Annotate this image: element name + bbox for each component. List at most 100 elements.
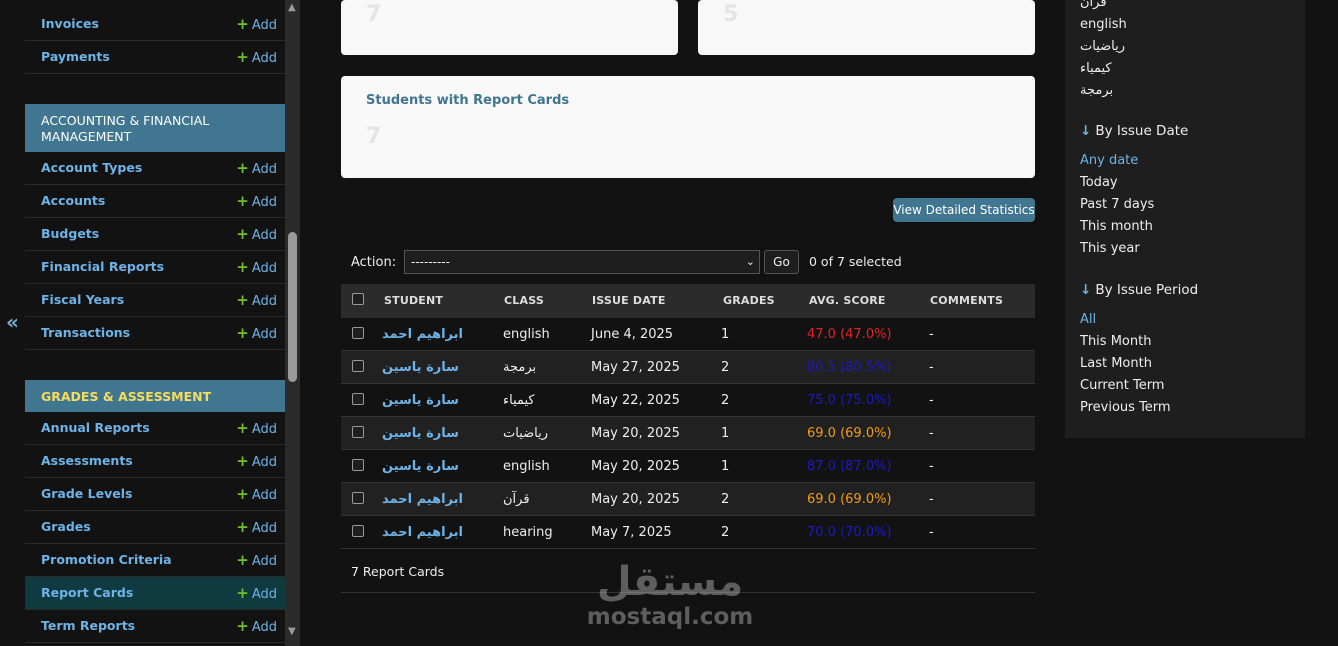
add-financial-reports-button[interactable]: + Add [236, 258, 277, 276]
filter-option-today[interactable]: Today [1080, 175, 1118, 190]
column-header-issue-date[interactable]: ISSUE DATE [592, 294, 666, 307]
collapse-sidebar-icon[interactable]: « [6, 310, 19, 334]
class-cell: كيمياء [503, 393, 535, 408]
go-button[interactable]: Go [764, 250, 799, 274]
scrollbar-thumb[interactable] [288, 232, 297, 382]
add-accounts-button[interactable]: + Add [236, 192, 277, 210]
student-link[interactable]: سارة ياسين [382, 360, 459, 375]
filter-option-any-date[interactable]: Any date [1080, 153, 1138, 168]
sidebar-item-label[interactable]: Financial Reports [41, 259, 164, 274]
filter-class-option[interactable]: قرآن [1080, 0, 1107, 10]
comments-cell: - [929, 393, 934, 408]
filter-class-option[interactable]: english [1080, 17, 1127, 32]
sidebar-item-label[interactable]: Transactions [41, 325, 130, 340]
issue-date-cell: May 27, 2025 [591, 360, 680, 375]
sidebar-item-fiscal-years[interactable]: Fiscal Years + Add [25, 284, 285, 317]
filter-class-option[interactable]: برمجة [1080, 83, 1113, 98]
sidebar-item-label[interactable]: Report Cards [41, 585, 133, 600]
filter-option-this-month[interactable]: This Month [1080, 334, 1151, 349]
sidebar-item-account-types[interactable]: Account Types + Add [25, 152, 285, 185]
action-select[interactable]: --------- ⌄ [404, 250, 760, 274]
student-link[interactable]: ابراهيم احمد [382, 525, 463, 540]
filter-option-this-year[interactable]: This year [1080, 241, 1140, 256]
add-label: Add [251, 455, 277, 470]
student-link[interactable]: ابراهيم احمد [382, 327, 463, 342]
sidebar-item-financial-reports[interactable]: Financial Reports + Add [25, 251, 285, 284]
sidebar-item-label[interactable]: Payments [41, 49, 110, 64]
add-invoices-button[interactable]: + Add [236, 15, 277, 33]
avg-score-cell: 69.0 (69.0%) [807, 492, 892, 507]
sidebar-item-annual-reports[interactable]: Annual Reports + Add [25, 412, 285, 445]
column-header-grades[interactable]: GRADES [723, 294, 775, 307]
sidebar-item-label[interactable]: Budgets [41, 226, 99, 241]
row-checkbox[interactable] [352, 492, 364, 504]
add-term-reports-button[interactable]: + Add [236, 617, 277, 635]
student-link[interactable]: سارة ياسين [382, 426, 459, 441]
sidebar-item-promotion-criteria[interactable]: Promotion Criteria + Add [25, 544, 285, 577]
column-header-comments[interactable]: COMMENTS [930, 294, 1003, 307]
sidebar-item-grades[interactable]: Grades + Add [25, 511, 285, 544]
sidebar-item-transactions[interactable]: Transactions + Add [25, 317, 285, 350]
watermark-logo-text: مستقل [596, 559, 744, 605]
row-checkbox[interactable] [352, 426, 364, 438]
add-account-types-button[interactable]: + Add [236, 159, 277, 177]
column-header-avg-score[interactable]: AVG. SCORE [809, 294, 886, 307]
sidebar-item-label[interactable]: Fiscal Years [41, 292, 124, 307]
scroll-up-icon[interactable]: ▲ [288, 2, 296, 13]
sidebar-item-term-reports[interactable]: Term Reports + Add [25, 610, 285, 643]
sidebar-item-invoices[interactable]: Invoices + Add [25, 8, 285, 41]
sidebar-item-budgets[interactable]: Budgets + Add [25, 218, 285, 251]
filter-option-all[interactable]: All [1080, 312, 1096, 327]
filter-option-this-month[interactable]: This month [1080, 219, 1153, 234]
sidebar-item-grade-levels[interactable]: Grade Levels + Add [25, 478, 285, 511]
filter-option-past-7-days[interactable]: Past 7 days [1080, 197, 1154, 212]
add-payments-button[interactable]: + Add [236, 48, 277, 66]
filter-class-option[interactable]: كيمياء [1080, 61, 1112, 76]
add-annual-reports-button[interactable]: + Add [236, 419, 277, 437]
student-link[interactable]: ابراهيم احمد [382, 492, 463, 507]
add-report-cards-button[interactable]: + Add [236, 584, 277, 602]
add-fiscal-years-button[interactable]: + Add [236, 291, 277, 309]
scroll-down-icon[interactable]: ▼ [288, 626, 296, 637]
column-header-student[interactable]: STUDENT [384, 294, 443, 307]
add-grade-levels-button[interactable]: + Add [236, 485, 277, 503]
select-all-checkbox[interactable] [352, 293, 364, 305]
sidebar-item-label[interactable]: Account Types [41, 160, 142, 175]
sidebar-item-label[interactable]: Grade Levels [41, 486, 132, 501]
sidebar-item-assessments[interactable]: Assessments + Add [25, 445, 285, 478]
column-header-class[interactable]: CLASS [504, 294, 544, 307]
sidebar-collapse-strip[interactable]: « [0, 0, 25, 646]
add-grades-button[interactable]: + Add [236, 518, 277, 536]
filter-option-current-term[interactable]: Current Term [1080, 378, 1164, 393]
sidebar-item-report-cards[interactable]: Report Cards + Add [25, 577, 285, 610]
sidebar-item-label[interactable]: Promotion Criteria [41, 552, 172, 567]
class-cell: رياضيات [503, 426, 549, 441]
filter-option-last-month[interactable]: Last Month [1080, 356, 1152, 371]
row-checkbox[interactable] [352, 459, 364, 471]
row-checkbox[interactable] [352, 327, 364, 339]
sidebar-item-label[interactable]: Assessments [41, 453, 133, 468]
add-promotion-criteria-button[interactable]: + Add [236, 551, 277, 569]
issue-date-cell: May 22, 2025 [591, 393, 680, 408]
sidebar-item-accounts[interactable]: Accounts + Add [25, 185, 285, 218]
sidebar-item-label[interactable]: Annual Reports [41, 420, 150, 435]
add-budgets-button[interactable]: + Add [236, 225, 277, 243]
sidebar-item-label[interactable]: Invoices [41, 16, 99, 31]
row-checkbox[interactable] [352, 525, 364, 537]
view-detailed-statistics-button[interactable]: View Detailed Statistics [893, 198, 1035, 222]
sidebar-scrollbar[interactable]: ▲ ▼ [285, 0, 300, 646]
sidebar-item-label[interactable]: Term Reports [41, 618, 135, 633]
row-checkbox[interactable] [352, 360, 364, 372]
add-transactions-button[interactable]: + Add [236, 324, 277, 342]
class-cell: english [503, 327, 550, 342]
filter-option-previous-term[interactable]: Previous Term [1080, 400, 1171, 415]
section-header-accounting-financial-management: ACCOUNTING & FINANCIAL MANAGEMENT [25, 104, 285, 152]
sidebar-item-label[interactable]: Grades [41, 519, 91, 534]
row-checkbox[interactable] [352, 393, 364, 405]
sidebar-item-label[interactable]: Accounts [41, 193, 105, 208]
student-link[interactable]: سارة ياسين [382, 393, 459, 408]
student-link[interactable]: سارة ياسين [382, 459, 459, 474]
add-assessments-button[interactable]: + Add [236, 452, 277, 470]
sidebar-item-payments[interactable]: Payments + Add [25, 41, 285, 74]
filter-class-option[interactable]: رياضيات [1080, 39, 1125, 54]
